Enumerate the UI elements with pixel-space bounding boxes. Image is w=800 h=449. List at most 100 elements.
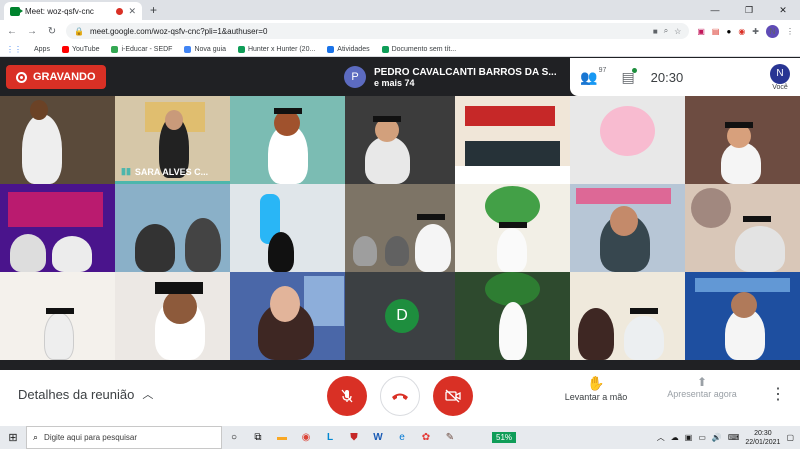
reload-button[interactable]: ↻ [46, 26, 58, 37]
bookmark-item[interactable]: i-Educar - SEDF [111, 45, 172, 53]
extensions-puzzle-icon[interactable]: ✚ [752, 27, 759, 36]
profile-avatar[interactable]: N [766, 24, 779, 38]
video-tile[interactable] [685, 184, 800, 272]
self-label: Você [772, 83, 788, 91]
camera-icon[interactable]: ■ [653, 27, 658, 36]
extension-record-icon[interactable]: ◉ [738, 27, 745, 36]
leave-call-button[interactable] [380, 376, 420, 416]
video-tile[interactable] [115, 272, 230, 360]
video-tile-avatar[interactable]: D [345, 272, 455, 360]
audio-level-icon: ▮▮ [121, 166, 131, 176]
video-tile[interactable] [345, 184, 455, 272]
recording-icon [16, 71, 27, 83]
extension-sync-icon[interactable]: ● [726, 27, 731, 36]
mcafee-icon[interactable]: ⛊ [342, 432, 366, 443]
present-now-button[interactable]: ⬆ Apresentar agora [660, 375, 744, 399]
video-tile[interactable] [230, 184, 345, 272]
back-button[interactable]: ← [6, 26, 18, 37]
show-hidden-icons-icon[interactable]: ︿ [657, 432, 665, 443]
browser-menu-icon[interactable]: ⋮ [786, 27, 794, 36]
self-view[interactable]: N Você [770, 63, 790, 91]
video-tile[interactable] [0, 184, 115, 272]
bookmark-item[interactable]: Atividades [327, 45, 370, 53]
windows-start-icon[interactable]: ⊞ [0, 431, 26, 444]
volume-icon[interactable]: 🔊 [712, 433, 722, 442]
video-tile[interactable] [115, 184, 230, 272]
chrome-icon[interactable]: ◉ [294, 432, 318, 443]
cloud-icon[interactable]: ☁ [671, 433, 679, 442]
video-tile[interactable] [570, 272, 685, 360]
recording-indicator-icon [116, 7, 124, 15]
app-icon[interactable]: ✿ [414, 432, 438, 443]
zoom-icon[interactable]: ⌕ [664, 26, 668, 36]
keyboard-icon[interactable]: ⌨ [728, 433, 740, 442]
more-options-icon[interactable]: ⋮ [770, 384, 786, 404]
apps-grid-icon[interactable]: ⋮⋮ [6, 45, 22, 54]
app-l-icon[interactable]: L [318, 432, 342, 443]
bookmark-item[interactable]: YouTube [61, 45, 99, 53]
minimize-button[interactable]: — [698, 0, 732, 20]
presenter-avatar: P [344, 66, 366, 88]
new-tab-button[interactable]: + [150, 3, 157, 17]
browser-tab-bar: Meet: woz-qsfv-cnc ✕ + — ❐ ✕ [0, 0, 800, 20]
video-tile[interactable] [230, 272, 345, 360]
task-view-icon[interactable]: ⧉ [246, 432, 270, 443]
present-now-label: Apresentar agora [667, 389, 737, 399]
bookmark-item[interactable]: Hunter x Hunter (20... [237, 45, 315, 53]
video-tile[interactable] [0, 96, 115, 184]
raise-hand-label: Levantar a mão [564, 392, 628, 402]
video-tile[interactable] [570, 184, 685, 272]
meeting-controls-bar: Detalhes da reunião ︿ ✋ Levantar a mão ⬆… [0, 370, 800, 426]
chat-button[interactable]: ▤ [621, 67, 637, 86]
video-tile[interactable] [570, 96, 685, 184]
bookmark-favicon-icon [184, 45, 192, 53]
meeting-clock: 20:30 [650, 69, 684, 85]
bookmark-star-icon[interactable]: ☆ [674, 27, 681, 36]
extension-pdf-icon[interactable]: ▤ [712, 27, 720, 36]
bookmark-item[interactable]: Documento sem tít... [381, 45, 456, 53]
video-tile[interactable] [455, 184, 570, 272]
paint-icon[interactable]: ✎ [438, 432, 462, 443]
camera-toggle-button[interactable] [433, 376, 473, 416]
video-tile[interactable] [455, 272, 570, 360]
edge-icon[interactable]: e [390, 432, 414, 443]
camera-tray-icon[interactable]: ▣ [685, 433, 693, 442]
video-tile-sara[interactable]: ▮▮ SARA ALVES C... [115, 96, 230, 184]
video-tile[interactable] [0, 272, 115, 360]
video-tile[interactable] [455, 96, 570, 184]
video-tile[interactable] [230, 96, 345, 184]
forward-button[interactable]: → [26, 26, 38, 37]
participants-button[interactable]: 👥 97 [580, 67, 606, 86]
word-icon[interactable]: W [366, 432, 390, 443]
browser-tab-meet[interactable]: Meet: woz-qsfv-cnc ✕ [4, 2, 142, 20]
meeting-details-button[interactable]: Detalhes da reunião ︿ [18, 386, 153, 402]
presenter-info[interactable]: P PEDRO CAVALCANTI BARROS DA S... e mais… [338, 58, 570, 96]
raise-hand-button[interactable]: ✋ Levantar a mão [555, 375, 637, 402]
participant-avatar: D [385, 299, 419, 333]
present-screen-icon: ⬆ [696, 375, 708, 389]
close-tab-icon[interactable]: ✕ [128, 6, 136, 17]
video-tile[interactable] [685, 272, 800, 360]
network-icon[interactable]: ▭ [698, 433, 706, 442]
chat-notification-dot [631, 67, 637, 73]
extension-icon[interactable]: ▣ [697, 27, 705, 36]
close-window-button[interactable]: ✕ [766, 0, 800, 20]
clock-date: 22/01/2021 [745, 438, 781, 446]
video-tile[interactable] [345, 96, 455, 184]
notifications-icon[interactable]: ▢ [786, 433, 794, 442]
taskbar-clock[interactable]: 20:30 22/01/2021 [745, 429, 780, 447]
mic-toggle-button[interactable] [327, 376, 367, 416]
restore-button[interactable]: ❐ [732, 0, 766, 20]
lock-icon[interactable]: 🔒 [74, 27, 84, 36]
bookmark-item[interactable]: Apps [34, 46, 50, 53]
omnibox[interactable]: 🔒 meet.google.com/woz-qsfv-cnc?pli=1&aut… [66, 23, 690, 39]
taskbar-search[interactable]: ⌕ Digite aqui para pesquisar [26, 426, 222, 449]
mic-off-icon [341, 389, 353, 403]
bookmark-item[interactable]: Nova guia [184, 45, 226, 53]
screen: Meet: woz-qsfv-cnc ✕ + — ❐ ✕ ← → ↻ 🔒 mee… [0, 0, 800, 449]
file-explorer-icon[interactable]: ▬ [270, 432, 294, 443]
cortana-icon[interactable]: ○ [222, 432, 246, 443]
video-tile[interactable] [685, 96, 800, 184]
url-text[interactable]: meet.google.com/woz-qsfv-cnc?pli=1&authu… [90, 27, 647, 36]
battery-indicator[interactable]: 51% [492, 432, 517, 443]
